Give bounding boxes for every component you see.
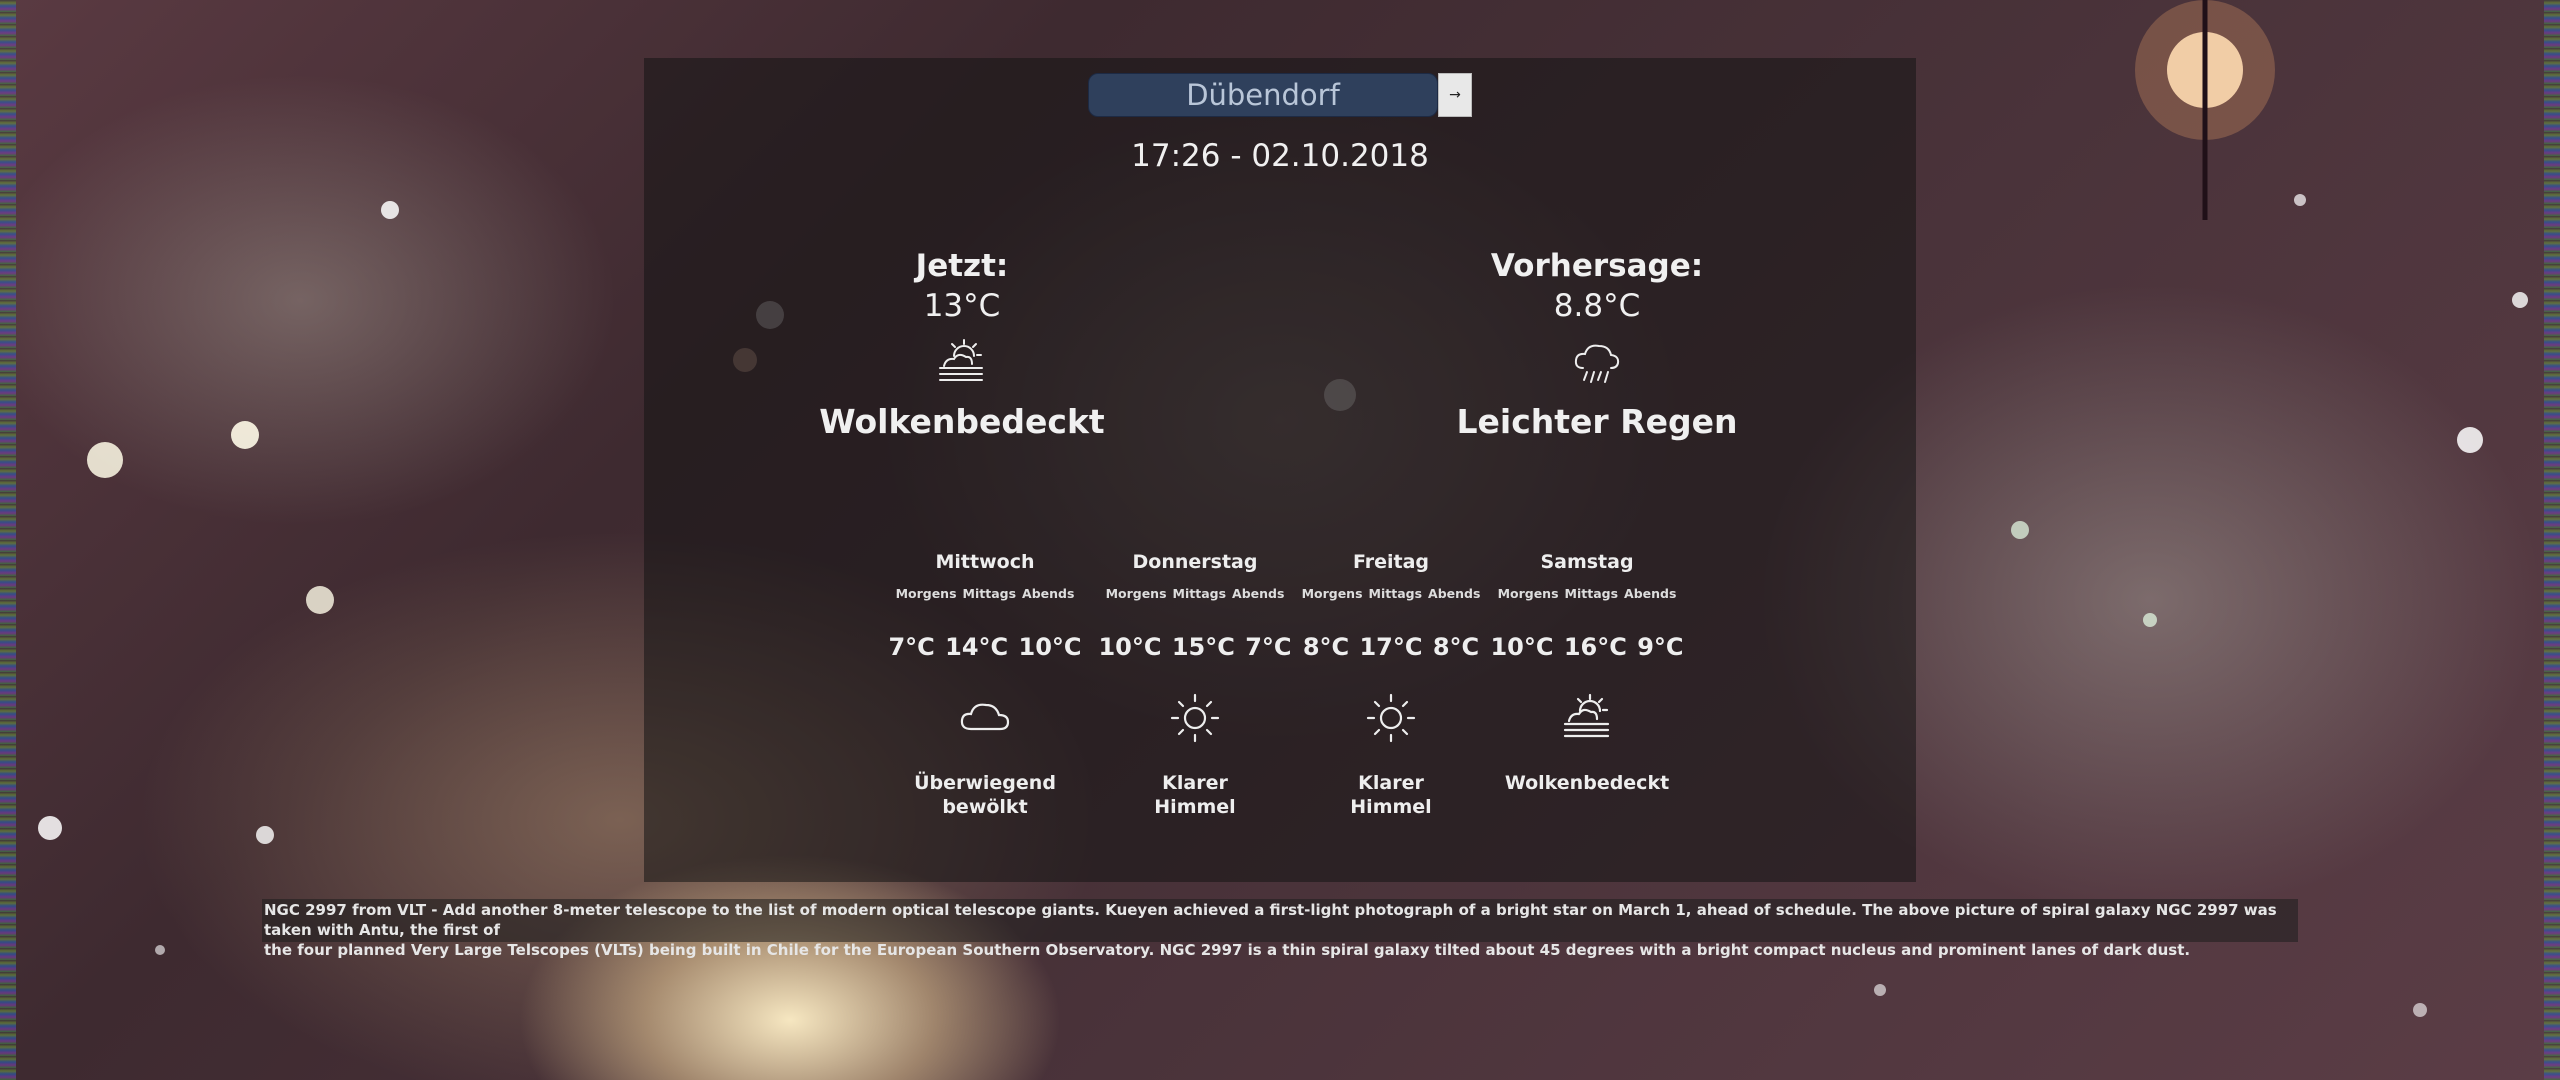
temp-noon: 17°C [1359,633,1423,661]
cloud-icon [960,703,1010,731]
sun-behind-clouds-fog-icon [939,339,983,381]
day-condition-line2: Himmel [1350,796,1432,818]
day-condition-line2: Himmel [1154,796,1236,818]
day-name: Samstag [1540,551,1634,573]
city-input[interactable] [1088,73,1438,117]
temp-evening: 10°C [1018,633,1082,661]
day-condition-line2: bewölkt [942,796,1028,818]
left-edge-noise [0,0,16,1080]
period-morning-label: Morgens [895,586,957,601]
period-labels: Morgens Mittags Abends [885,585,1085,603]
sun-icon [1170,693,1220,743]
city-submit-button[interactable]: → [1438,73,1472,117]
sun-icon [1366,693,1416,743]
current-condition: Wolkenbedeckt [819,402,1105,441]
day-temperatures: 7°C 14°C 10°C [885,631,1085,663]
temp-noon: 14°C [945,633,1009,661]
day-condition-line1: Überwiegend [914,772,1056,794]
image-caption: NGC 2997 from VLT - Add another 8-meter … [262,899,2298,959]
temp-evening: 9°C [1637,633,1684,661]
forecast-label: Vorhersage: [1490,248,1704,284]
period-noon-label: Mittags [1172,586,1227,601]
temp-morning: 8°C [1302,633,1350,661]
day-condition: Wolkenbedeckt [1487,771,1687,795]
day-forecast-donnerstag: Donnerstag Morgens Mittags Abends 10°C 15°… [1095,549,1295,819]
period-evening-label: Abends [1022,586,1075,601]
day-condition-line1: Klarer [1162,772,1228,794]
day-condition: Überwiegend bewölkt [885,771,1085,819]
arrow-right-icon: → [1449,87,1461,103]
period-labels: Morgens Mittags Abends [1487,585,1687,603]
sun-behind-clouds-fog-icon [1563,693,1610,738]
temp-evening: 8°C [1432,633,1480,661]
period-evening-label: Abends [1624,586,1677,601]
day-temperatures: 10°C 15°C 7°C [1095,631,1295,663]
temp-morning: 10°C [1490,633,1554,661]
day-name: Mittwoch [935,551,1035,573]
day-temperatures: 10°C 16°C 9°C [1487,631,1687,663]
day-name: Donnerstag [1132,551,1258,573]
temp-morning: 7°C [888,633,935,661]
day-temperatures: 8°C 17°C 8°C [1291,631,1491,663]
period-noon-label: Mittags [1368,586,1423,601]
right-edge-noise [2544,0,2560,1080]
day-forecast-mittwoch: Mittwoch Morgens Mittags Abends 7°C 14°C 1… [885,549,1085,819]
caption-line2: the four planned Very Large Telscopes (V… [264,941,2191,959]
day-condition-line1: Klarer [1358,772,1424,794]
current-weather: Jetzt: 13°C Wolkenbedeckt [812,246,1112,444]
datetime: 17:26 - 02.10.2018 [1131,138,1429,174]
day-condition: Klarer Himmel [1095,771,1295,819]
period-labels: Morgens Mittags Abends [1095,585,1295,603]
temp-morning: 10°C [1098,633,1162,661]
forecast-condition: Leichter Regen [1456,402,1738,441]
forecast-weather: Vorhersage: 8.8°C Leichter Regen [1447,246,1747,444]
period-noon-label: Mittags [1564,586,1619,601]
day-forecast-samstag: Samstag Morgens Mittags Abends 10°C 16°C 9… [1487,549,1687,795]
forecast-temperature: 8.8°C [1553,288,1641,324]
period-evening-label: Abends [1232,586,1285,601]
day-forecast-freitag: Freitag Morgens Mittags Abends 8°C 17°C 8°… [1291,549,1491,819]
temp-evening: 7°C [1245,633,1292,661]
current-temperature: 13°C [923,288,1001,324]
period-morning-label: Morgens [1301,586,1363,601]
rain-cloud-icon [1574,344,1620,383]
temp-noon: 16°C [1563,633,1627,661]
day-condition-line1: Wolkenbedeckt [1504,772,1670,794]
caption-line1: NGC 2997 from VLT - Add another 8-meter … [264,901,2277,939]
day-name: Freitag [1352,551,1430,573]
period-morning-label: Morgens [1497,586,1559,601]
period-labels: Morgens Mittags Abends [1291,585,1491,603]
temp-noon: 15°C [1171,633,1235,661]
period-morning-label: Morgens [1105,586,1167,601]
period-evening-label: Abends [1428,586,1481,601]
period-noon-label: Mittags [962,586,1017,601]
day-condition: Klarer Himmel [1291,771,1491,819]
current-label: Jetzt: [915,248,1009,284]
